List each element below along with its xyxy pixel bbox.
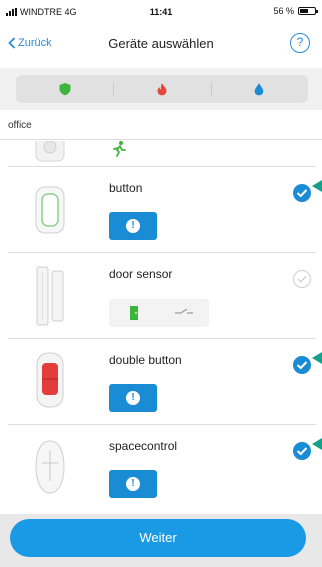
filter-segmented-control [16,75,308,103]
check-icon[interactable] [292,355,312,375]
footer: Weiter [0,514,322,567]
device-thumbnail [26,351,74,409]
device-name: door sensor [109,267,173,281]
double-button-image [36,352,64,408]
status-bar: WINDTRE 4G 11:41 56 % [0,0,322,22]
shield-icon [59,83,71,96]
device-name: spacecontrol [109,439,178,453]
door-icon [130,306,138,320]
exclamation-icon: ! [126,219,140,233]
list-item[interactable]: double button ! [8,339,316,425]
list-item[interactable]: button ! [8,167,316,253]
filter-bar [0,68,322,110]
device-thumbnail [26,439,74,495]
switch-contact-icon [175,308,193,314]
filter-water[interactable] [210,75,308,103]
check-icon[interactable] [292,269,312,289]
panic-action-button[interactable]: ! [109,212,157,240]
device-list[interactable]: button ! door sensor double button ! spa… [8,141,316,514]
help-button[interactable]: ? [290,33,310,53]
water-drop-icon [255,83,264,96]
list-item[interactable]: door sensor [8,253,316,339]
list-item[interactable]: spacecontrol ! [8,425,316,514]
page-title: Geräte auswählen [108,36,214,51]
filter-security[interactable] [16,75,113,103]
panic-action-button[interactable]: ! [109,384,157,412]
next-button[interactable]: Weiter [10,519,306,557]
device-name: button [109,181,143,195]
check-icon[interactable] [292,183,312,203]
list-item[interactable] [8,141,316,167]
running-man-icon [113,141,126,157]
annotation-arrow-icon [312,438,322,450]
battery-icon [298,7,318,15]
check-icon[interactable] [292,441,312,461]
door-sensor-image [36,266,64,326]
exclamation-icon: ! [126,391,140,405]
annotation-arrow-icon [312,180,322,192]
battery-percentage: 56 % [273,6,294,16]
fire-icon [157,83,167,96]
annotation-arrow-icon [312,352,322,364]
device-name: double button [109,353,182,367]
device-thumbnail [26,141,74,163]
navigation-bar: Zurück Geräte auswählen ? [0,22,322,68]
mode-door-open[interactable] [109,299,159,327]
device-thumbnail [26,185,74,235]
panic-action-button[interactable]: ! [109,470,157,498]
device-mode-indicator [109,141,145,167]
filter-fire[interactable] [113,75,210,103]
battery-info: 56 % [273,6,318,16]
exclamation-icon: ! [126,477,140,491]
button-device-image [35,186,65,234]
motion-sensor-image [35,141,65,162]
mode-wired-contact[interactable] [159,299,209,327]
device-mode-selector [109,299,209,327]
spacecontrol-image [35,440,65,494]
device-thumbnail [26,265,74,327]
room-name: office [8,120,32,131]
room-section-header: office [0,110,322,140]
